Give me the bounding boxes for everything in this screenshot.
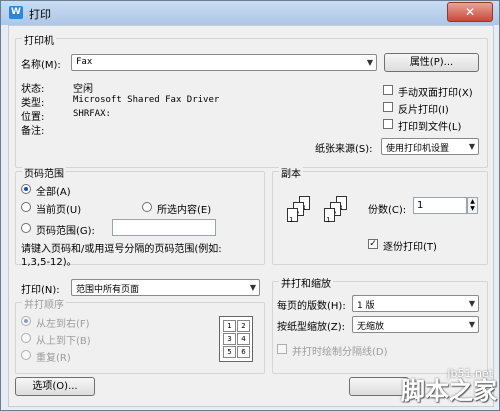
paper-source-value: 使用打印机设置 (386, 144, 450, 154)
page-range-input[interactable] (112, 219, 216, 236)
range-hint-line2: 1,3,5-12)。 (21, 257, 77, 268)
zoom-group-label: 并打和缩放 (279, 275, 333, 290)
order-cell: 1 (223, 320, 236, 332)
type-value: Microsoft Shared Fax Driver (73, 95, 220, 105)
copies-group-label: 副本 (279, 165, 303, 180)
collate-label: 逐份打印(T) (383, 242, 437, 253)
range-current-label: 当前页(U) (36, 205, 82, 216)
chevron-down-icon: ▼ (468, 320, 475, 329)
range-selection-radio[interactable] (142, 202, 152, 212)
order-cell: 2 (237, 320, 250, 332)
chevron-down-icon: ▼ (249, 283, 256, 292)
status-label: 状态: (21, 84, 45, 95)
close-icon: ✕ (464, 5, 476, 19)
window-title: 打印 (29, 8, 51, 21)
divider-label: 并打时绘制分隔线(D) (292, 347, 388, 358)
properties-button[interactable]: 属性(P)... (384, 53, 479, 72)
page-range-group-label: 页码范围 (22, 165, 66, 180)
pages-per-sheet-select[interactable]: 1 版 ▼ (352, 295, 479, 312)
paper-source-select[interactable]: 使用打印机设置 ▼ (381, 138, 479, 155)
copies-count-value: 1 (417, 200, 424, 211)
copies-count-label: 份数(C): (368, 205, 407, 216)
order-cell: 3 (223, 333, 236, 345)
order-cell: 6 (237, 346, 250, 358)
collate-page-icon: 1 (324, 208, 335, 224)
close-button[interactable]: ✕ (447, 2, 493, 22)
print-what-value: 范围中所有页面 (76, 285, 140, 295)
order-ltr-label: 从左到右(F) (36, 319, 90, 330)
type-label: 类型: (21, 98, 45, 109)
status-value: 空闲 (73, 84, 93, 95)
chevron-down-icon: ▼ (468, 299, 475, 308)
print-to-file-checkbox[interactable] (383, 119, 393, 129)
copies-count-input[interactable]: 1 (413, 197, 467, 214)
collate-page-icon: 1 (287, 208, 298, 224)
range-pages-radio[interactable] (21, 223, 31, 233)
order-repeat-label: 重复(R) (36, 353, 71, 364)
pages-per-sheet-value: 1 版 (357, 301, 375, 311)
copies-spinner[interactable]: ▲ ▼ (467, 197, 478, 214)
paper-source-label: 纸张来源(S): (315, 144, 373, 155)
duplex-checkbox[interactable] (383, 85, 393, 95)
order-preview: 1 2 3 4 5 6 (219, 316, 253, 362)
print-what-select[interactable]: 范围中所有页面 ▼ (71, 279, 260, 296)
collate-checkbox[interactable]: ✓ (368, 239, 378, 249)
spin-up-icon[interactable]: ▲ (470, 198, 475, 205)
order-cell: 5 (223, 346, 236, 358)
where-value: SHRFAX: (73, 109, 111, 119)
pages-per-sheet-label: 每页的版数(H): (277, 301, 346, 312)
order-group-label: 并打顺序 (22, 296, 66, 311)
order-ltr-radio[interactable] (21, 316, 31, 326)
divider-checkbox[interactable] (277, 344, 287, 354)
scale-value: 无缩放 (357, 322, 385, 332)
comment-label: 备注: (21, 126, 45, 137)
printer-name-value: Fax (76, 57, 93, 67)
print-to-file-label: 打印到文件(L) (398, 122, 462, 133)
dialog-body: 打印机 名称(M): Fax ▼ 属性(P)... 状态: 空闲 类型: Mic… (8, 25, 494, 407)
range-all-radio[interactable] (21, 184, 31, 194)
scale-select[interactable]: 无缩放 ▼ (352, 316, 479, 333)
chevron-down-icon: ▼ (468, 142, 475, 151)
printer-name-label: 名称(M): (21, 60, 61, 71)
options-button[interactable]: 选项(O)... (15, 377, 95, 396)
reverse-label: 反片打印(I) (398, 105, 449, 116)
print-dialog: W 打印 ✕ 打印机 名称(M): Fax ▼ 属性(P)... 状态: 空闲 … (0, 0, 500, 411)
ok-button[interactable] (349, 377, 409, 396)
spin-down-icon[interactable]: ▼ (470, 205, 475, 212)
range-current-radio[interactable] (21, 202, 31, 212)
range-selection-label: 所选内容(E) (157, 205, 212, 216)
chevron-down-icon: ▼ (366, 58, 373, 67)
duplex-label: 手动双面打印(X) (398, 88, 473, 99)
range-all-label: 全部(A) (36, 187, 71, 198)
where-label: 位置: (21, 112, 45, 123)
title-bar: W 打印 ✕ (1, 1, 499, 25)
printer-name-select[interactable]: Fax ▼ (71, 54, 377, 71)
reverse-checkbox[interactable] (383, 102, 393, 112)
watermark-brand: 脚本之家 (401, 377, 497, 405)
order-ttb-radio[interactable] (21, 333, 31, 343)
order-repeat-radio[interactable] (21, 350, 31, 360)
order-ttb-label: 从上到下(B) (36, 336, 91, 347)
order-cell: 4 (237, 333, 250, 345)
print-what-label: 打印(N): (21, 285, 60, 296)
scale-label: 按纸型缩放(Z): (277, 322, 346, 333)
printer-group-label: 打印机 (22, 32, 56, 47)
range-pages-label: 页码范围(G): (36, 226, 95, 237)
wps-app-icon: W (9, 6, 23, 19)
copies-group: 副本 (272, 165, 488, 265)
